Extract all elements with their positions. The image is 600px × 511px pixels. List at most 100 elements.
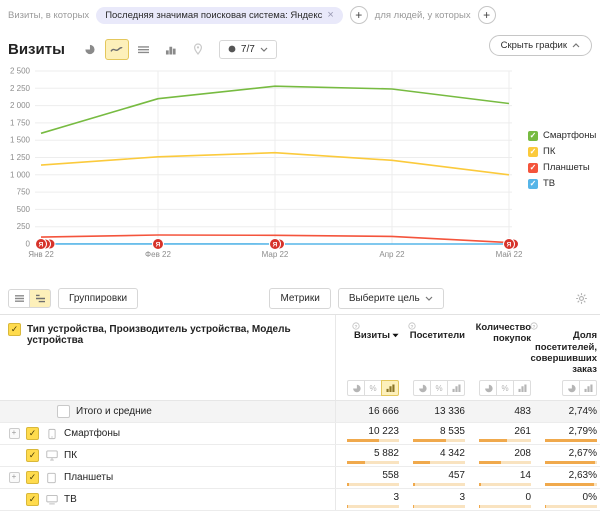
tv-icon (45, 494, 58, 505)
tablet-icon (45, 472, 58, 484)
pie-display-button[interactable] (347, 380, 365, 396)
line-chart-button[interactable] (105, 39, 129, 60)
chart-legend: ✓Смартфоны ✓ПК ✓Планшеты ✓ТВ (528, 130, 596, 189)
expand-row-button[interactable]: + (9, 428, 20, 439)
metric-header-label[interactable]: Количество покупок (468, 322, 531, 344)
value-bar (413, 483, 465, 486)
row-label[interactable]: ТВ (64, 494, 77, 505)
metric-value-cell: 3 (336, 489, 402, 510)
help-icon[interactable]: ? (530, 322, 597, 330)
metric-value-cell: 10 223 (336, 423, 402, 444)
pie-chart-button[interactable] (78, 39, 102, 60)
bars-display-button[interactable] (381, 380, 399, 396)
goal-select-dropdown[interactable]: Выберите цель (338, 288, 444, 309)
columns-chart-button[interactable] (159, 39, 183, 60)
metric-header-cell[interactable]: ?Доля посетителей, совершивших заказ (534, 315, 600, 400)
metric-header-cell[interactable]: Количество покупок% (468, 315, 534, 400)
pie-display-button[interactable] (413, 380, 431, 396)
y-tick-label: 1 500 (10, 136, 31, 145)
hide-chart-label: Скрыть график (501, 40, 567, 51)
row-checkbox[interactable]: ✓ (57, 405, 70, 418)
svg-text:?: ? (355, 324, 358, 330)
value-bar (479, 505, 531, 508)
period-granularity-dropdown[interactable]: 7/7 (219, 40, 277, 59)
annotation-marker[interactable]: Я (270, 239, 285, 250)
metric-value: 10 223 (368, 426, 399, 437)
row-label[interactable]: ПК (64, 450, 77, 461)
bars-display-button[interactable] (579, 380, 597, 396)
row-checkbox[interactable]: ✓ (26, 449, 39, 462)
percent-display-button[interactable]: % (430, 380, 448, 396)
metric-value-cell: 2,63% (534, 467, 600, 488)
row-label[interactable]: Планшеты (64, 472, 113, 483)
x-tick-label: Фев 22 (145, 250, 171, 259)
metric-header-label[interactable]: ?Посетители (408, 322, 465, 342)
hide-chart-button[interactable]: Скрыть график (489, 35, 592, 56)
y-tick-label: 2 000 (10, 101, 31, 110)
filter-chip-label: Последняя значимая поисковая система: Ян… (105, 10, 322, 21)
expand-row-button[interactable]: + (9, 472, 20, 483)
remove-filter-icon[interactable]: × (327, 11, 333, 20)
table-row[interactable]: +✓Планшеты558457142,63% (0, 467, 600, 489)
dimension-header-cell[interactable]: ✓ Тип устройства, Производитель устройст… (0, 315, 336, 400)
dimension-header-label: Тип устройства, Производитель устройства… (27, 323, 335, 346)
help-icon[interactable]: ? (352, 322, 399, 330)
metric-header-cell[interactable]: ?Посетители% (402, 315, 468, 400)
metric-header-cell[interactable]: ?Визиты% (336, 315, 402, 400)
percent-display-button[interactable]: % (364, 380, 382, 396)
annotation-marker[interactable]: Я (504, 239, 519, 250)
annotation-marker[interactable]: Я (153, 239, 164, 250)
legend-item[interactable]: ✓Смартфоны (528, 130, 596, 141)
metric-header-label[interactable]: ?Доля посетителей, совершивших заказ (530, 322, 597, 375)
list-view-button[interactable] (8, 289, 30, 308)
row-checkbox[interactable]: ✓ (26, 493, 39, 506)
period-granularity-value: 7/7 (241, 44, 255, 55)
row-label[interactable]: Смартфоны (64, 428, 120, 439)
value-bar-fill (413, 505, 414, 508)
value-bar (545, 505, 597, 508)
expander-slot: + (8, 472, 20, 483)
table-row[interactable]: ✓ПК5 8824 3422082,67% (0, 445, 600, 467)
stacked-chart-button[interactable] (132, 39, 156, 60)
table-row[interactable]: ✓ТВ3300% (0, 489, 600, 511)
legend-checkbox-icon[interactable]: ✓ (528, 131, 538, 141)
x-tick-label: Май 22 (496, 250, 523, 259)
bars-display-button[interactable] (513, 380, 531, 396)
legend-item[interactable]: ✓ПК (528, 146, 596, 157)
metric-value-cell: 457 (402, 467, 468, 488)
groupings-button[interactable]: Группировки (58, 288, 138, 309)
legend-checkbox-icon[interactable]: ✓ (528, 179, 538, 189)
value-bar (347, 461, 399, 464)
legend-checkbox-icon[interactable]: ✓ (528, 163, 538, 173)
metric-value: 2,63% (569, 470, 597, 481)
bars-display-button[interactable] (447, 380, 465, 396)
legend-item[interactable]: ✓ТВ (528, 178, 596, 189)
map-pin-button[interactable] (186, 39, 210, 60)
visits-line-chart[interactable]: 02505007501 0001 2501 5001 7502 0002 250… (0, 64, 600, 262)
percent-display-button[interactable]: % (496, 380, 514, 396)
sort-desc-icon (392, 333, 399, 338)
totals-row[interactable]: ✓Итого и средние16 66613 3364832,74% (0, 401, 600, 423)
gear-icon[interactable] (575, 292, 588, 305)
pie-display-button[interactable] (562, 380, 580, 396)
table-row[interactable]: +✓Смартфоны10 2238 5352612,79% (0, 423, 600, 445)
pie-display-button[interactable] (479, 380, 497, 396)
add-people-condition-button[interactable]: + (478, 6, 496, 24)
metric-value-cell: 0 (468, 489, 534, 510)
metric-value-cell: 13 336 (402, 401, 468, 422)
select-all-checkbox[interactable]: ✓ (8, 323, 21, 336)
table-view-switcher (8, 289, 51, 308)
legend-item[interactable]: ✓Планшеты (528, 162, 596, 173)
tree-view-button[interactable] (29, 289, 51, 308)
metric-value-cell: 558 (336, 467, 402, 488)
search-engine-filter-chip[interactable]: Последняя значимая поисковая система: Ян… (96, 7, 343, 24)
help-icon[interactable]: ? (408, 322, 465, 330)
metric-header-label[interactable]: ?Визиты (352, 322, 399, 342)
annotation-marker[interactable]: Я (36, 239, 56, 250)
row-checkbox[interactable]: ✓ (26, 471, 39, 484)
row-checkbox[interactable]: ✓ (26, 427, 39, 440)
metrics-button[interactable]: Метрики (269, 288, 330, 309)
visits-chart-area: 02505007501 0001 2501 5001 7502 0002 250… (0, 64, 600, 262)
add-visit-condition-button[interactable]: + (350, 6, 368, 24)
legend-checkbox-icon[interactable]: ✓ (528, 147, 538, 157)
